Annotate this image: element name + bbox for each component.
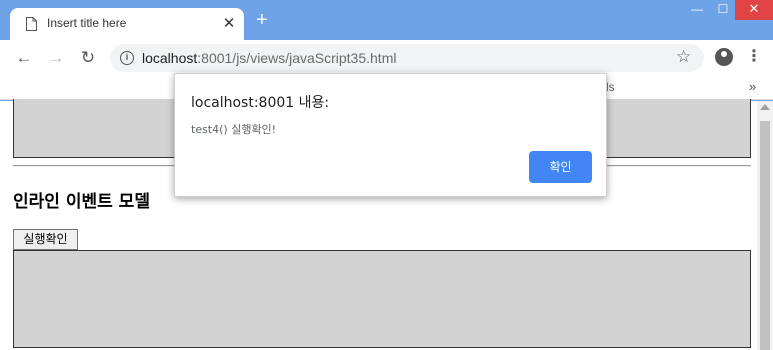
scroll-up-icon[interactable]: [760, 104, 770, 110]
section-heading: 인라인 이벤트 모델: [13, 192, 150, 212]
forward-button[interactable]: →: [46, 48, 66, 68]
dialog-message: test4() 실행확인!: [191, 123, 277, 136]
alert-dialog: localhost:8001 내용: test4() 실행확인! 확인: [174, 73, 607, 197]
minimize-button[interactable]: —: [683, 0, 711, 20]
info-icon[interactable]: i: [120, 51, 134, 65]
output-box-bottom: [13, 250, 751, 348]
account-icon[interactable]: [715, 48, 733, 66]
document-icon: [26, 17, 37, 31]
url-host: localhost: [142, 50, 198, 66]
ok-button[interactable]: 확인: [529, 151, 592, 183]
bookmark-item[interactable]: ls: [606, 80, 615, 94]
url-text: localhost:8001/js/views/javaScript35.htm…: [142, 50, 396, 66]
tab-close-icon[interactable]: ✕: [221, 14, 237, 32]
bookmarks-overflow-icon[interactable]: »: [749, 79, 756, 94]
execute-button[interactable]: 실행확인: [13, 229, 78, 250]
tab-title: Insert title here: [47, 16, 127, 30]
address-bar[interactable]: i localhost:8001/js/views/javaScript35.h…: [110, 44, 704, 72]
tab-strip: Insert title here ✕ + — ☐ ✕: [0, 0, 773, 40]
back-button[interactable]: ←: [14, 48, 34, 68]
url-path: :8001/js/views/javaScript35.html: [197, 50, 397, 66]
bookmark-star-icon[interactable]: ☆: [676, 47, 691, 67]
scrollbar-thumb[interactable]: [760, 121, 770, 350]
reload-button[interactable]: ↻: [78, 48, 98, 68]
maximize-button[interactable]: ☐: [711, 0, 735, 20]
menu-icon[interactable]: ⋮: [746, 47, 762, 67]
dialog-title: localhost:8001 내용:: [191, 95, 330, 111]
browser-toolbar: ← → ↻ i localhost:8001/js/views/javaScri…: [0, 40, 773, 76]
close-window-button[interactable]: ✕: [735, 0, 773, 20]
browser-tab[interactable]: Insert title here ✕: [10, 8, 244, 40]
new-tab-button[interactable]: +: [256, 10, 268, 30]
